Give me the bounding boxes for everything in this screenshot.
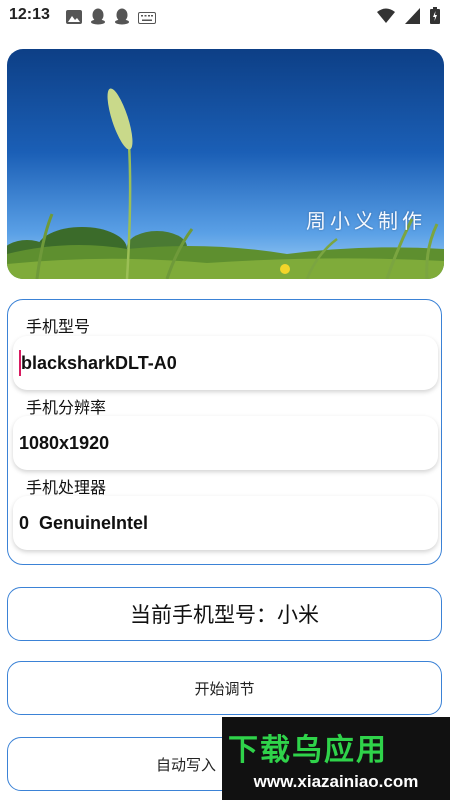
qq-icon [114, 8, 130, 29]
processor-value: 0 GenuineIntel [19, 512, 149, 533]
banner-caption: 周小义制作 [306, 209, 426, 233]
device-info-panel: 手机型号 blacksharkDLT-A0 手机分辨率 1080x1920 手机… [7, 299, 442, 565]
wifi-icon [377, 8, 395, 28]
model-value: blacksharkDLT-A0 [21, 352, 177, 373]
current-model-text: 当前手机型号：小米 [130, 603, 319, 627]
processor-input[interactable]: 0 GenuineIntel [13, 496, 438, 550]
grass-field-illustration [7, 88, 444, 279]
processor-label: 手机处理器 [26, 478, 107, 497]
resolution-value: 1080x1920 [19, 432, 110, 453]
banner-image: 周小义制作 [7, 49, 444, 279]
image-icon [66, 9, 82, 28]
resolution-label: 手机分辨率 [26, 398, 107, 417]
start-adjust-label: 开始调节 [194, 679, 255, 698]
current-model-display: 当前手机型号：小米 [7, 587, 442, 641]
model-label: 手机型号 [26, 317, 91, 336]
qq-icon [90, 8, 106, 29]
resolution-input[interactable]: 1080x1920 [13, 416, 438, 470]
signal-icon [405, 7, 420, 28]
system-icons [377, 7, 440, 28]
start-adjust-button[interactable]: 开始调节 [7, 661, 442, 715]
battery-icon [430, 7, 440, 28]
watermark-url: www.xiazainiao.com [253, 772, 419, 791]
status-bar: 12:13 [0, 0, 450, 32]
keyboard-icon [138, 9, 156, 28]
auto-write-label: 自动写入 [156, 755, 217, 774]
watermark-title: 下载乌应用 [228, 733, 388, 768]
notification-icons [66, 8, 156, 29]
model-input[interactable]: blacksharkDLT-A0 [13, 336, 438, 390]
status-time: 12:13 [9, 6, 50, 23]
watermark-overlay: 下载乌应用 www.xiazainiao.com [222, 717, 450, 800]
